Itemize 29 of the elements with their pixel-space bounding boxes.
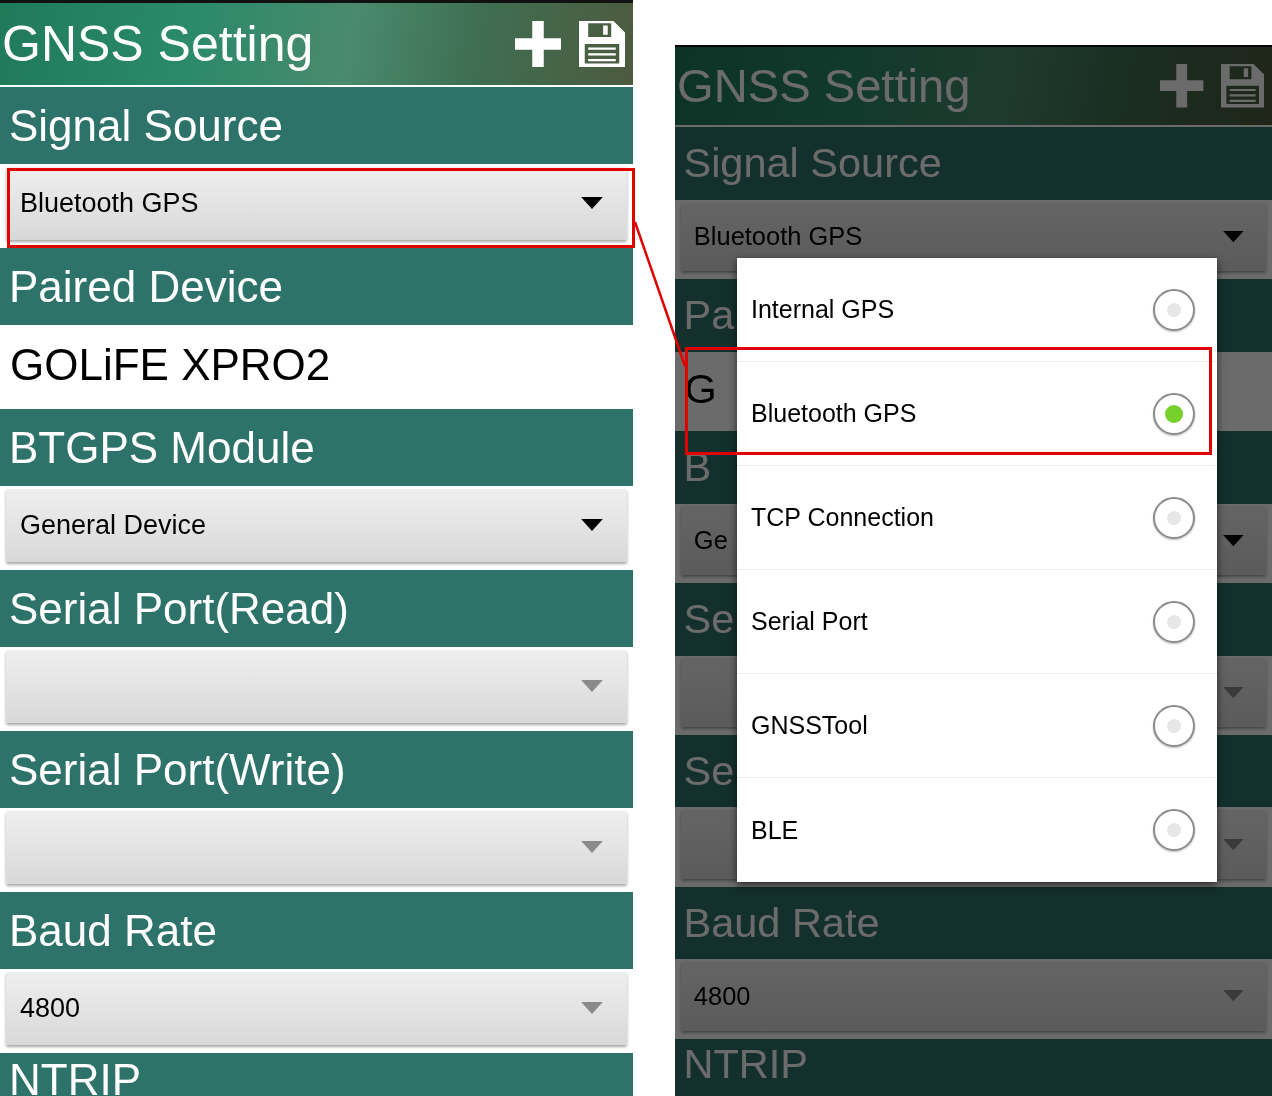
option-item[interactable]: Serial Port	[737, 570, 1217, 674]
section-header: Baud Rate	[675, 886, 1272, 960]
section-header: Serial Port(Write)	[0, 731, 633, 808]
radio-button[interactable]	[1153, 392, 1195, 435]
option-item[interactable]: Bluetooth GPS	[737, 362, 1217, 466]
dropdown[interactable]: General Device	[6, 489, 627, 562]
section-header: Signal Source	[0, 87, 633, 164]
plus-icon[interactable]	[515, 21, 561, 67]
option-item[interactable]: GNSSTool	[737, 674, 1217, 778]
option-item[interactable]: Internal GPS	[737, 258, 1217, 362]
radio-button[interactable]	[1153, 600, 1195, 643]
dropdown[interactable]: Bluetooth GPS	[6, 167, 627, 240]
section-header: Paired Device	[0, 248, 633, 325]
device-name: G	[683, 364, 717, 413]
radio-button[interactable]	[1153, 704, 1195, 747]
section-header: BTGPS Module	[0, 409, 633, 486]
section-header: NTRIP	[0, 1053, 633, 1096]
device-name: GOLiFE XPRO2	[9, 339, 331, 390]
radio-button[interactable]	[1153, 496, 1195, 539]
window-title: GNSS Setting	[2, 19, 314, 69]
plus-icon[interactable]	[1160, 64, 1204, 108]
option-item[interactable]: TCP Connection	[737, 466, 1217, 570]
section-header: NTRIP	[675, 1038, 1272, 1096]
radio-button[interactable]	[1153, 809, 1195, 851]
section-header: Signal Source	[675, 127, 1272, 200]
section-header: Baud Rate	[0, 892, 633, 969]
section-header: Serial Port(Read)	[0, 570, 633, 647]
radio-button[interactable]	[1153, 288, 1195, 331]
window-title: GNSS Setting	[677, 62, 971, 110]
